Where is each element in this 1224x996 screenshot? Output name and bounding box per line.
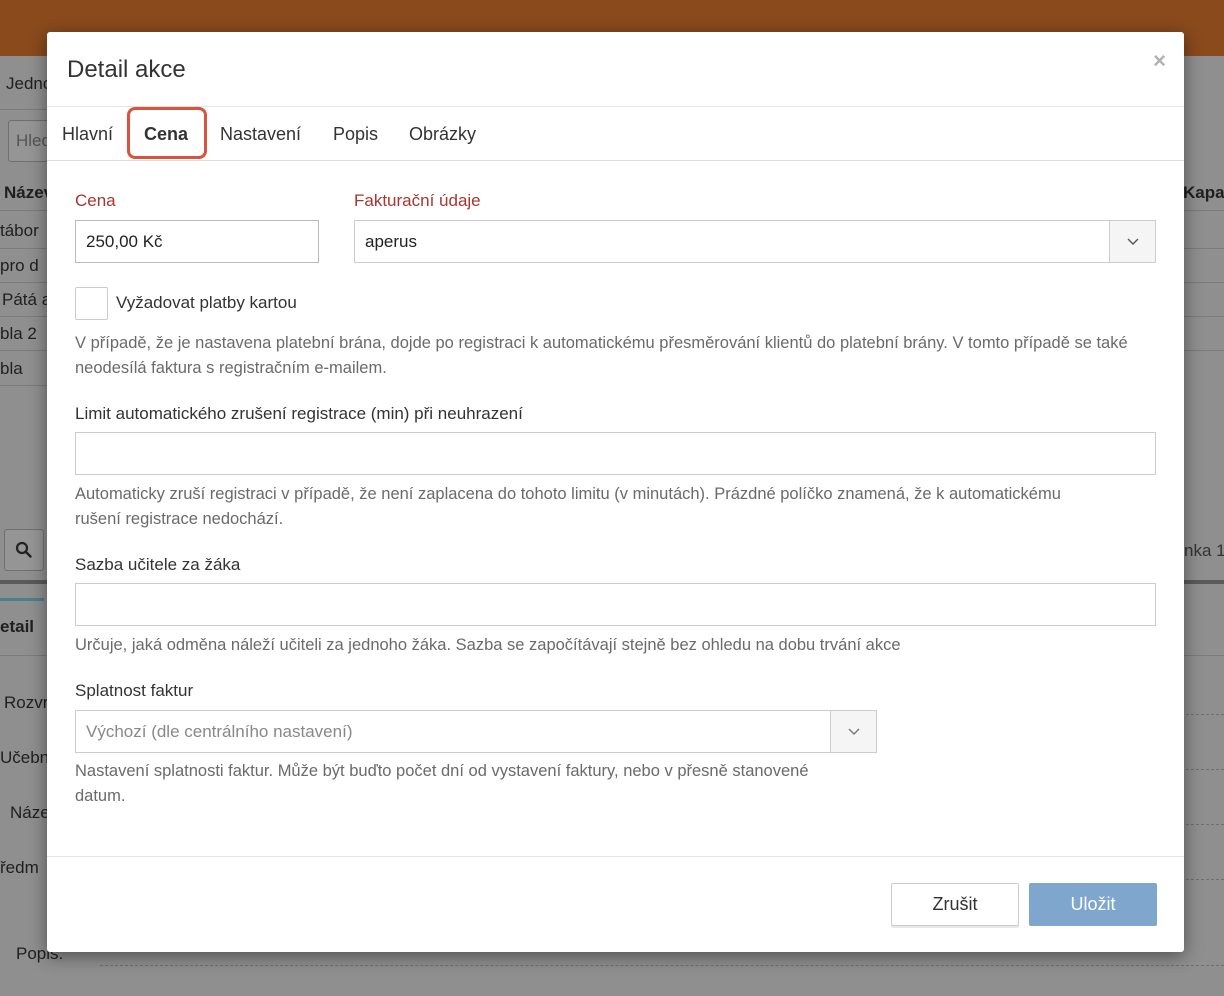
due-date-label: Splatnost faktur [75, 681, 194, 700]
price-input[interactable]: 250,00 Kč [75, 220, 319, 263]
tab-obrazky[interactable]: Obrázky [409, 107, 476, 161]
card-payment-label: Vyžadovat platby kartou [116, 293, 297, 312]
due-date-help: Nastavení splatnosti faktur. Může být bu… [75, 762, 809, 805]
bg-dashed-line [100, 965, 1224, 966]
bg-row-divider [0, 316, 47, 317]
bg-row-divider [1184, 248, 1224, 249]
bg-divider [0, 655, 47, 656]
auto-cancel-help: Automaticky zruší registraci v případě, … [75, 485, 1061, 528]
bg-divider [1184, 580, 1224, 584]
bg-divider [0, 580, 47, 584]
card-payment-checkbox[interactable] [75, 287, 108, 320]
bg-row-divider [1184, 350, 1224, 351]
modal-header: Detail akce × [47, 32, 1184, 107]
bg-row-divider [1184, 210, 1224, 211]
bg-dashed-line [1186, 824, 1224, 825]
active-tab-highlight [127, 107, 207, 159]
bg-dashed-line [1186, 769, 1224, 770]
due-date-select[interactable]: Výchozí (dle centrálního nastavení) [75, 710, 877, 753]
due-date-select-value: Výchozí (dle centrálního nastavení) [86, 721, 353, 741]
bg-label: Rozvr [4, 693, 49, 712]
bg-dashed-line [1186, 879, 1224, 880]
bg-dashed-line [1186, 714, 1224, 715]
bg-row-divider [0, 385, 47, 386]
bg-page-label: nka 1 [1184, 541, 1224, 560]
chevron-down-icon [1109, 221, 1155, 262]
teacher-rate-label: Sazba učitele za žáka [75, 555, 241, 574]
bg-row: Pátá a [2, 290, 52, 309]
billing-select[interactable]: aperus [354, 220, 1156, 263]
bg-search-icon [15, 541, 32, 558]
bg-search-placeholder: Hled [16, 131, 51, 150]
bg-col-capacity: Kapac [1183, 183, 1224, 202]
cancel-button[interactable]: Zrušit [891, 883, 1019, 926]
modal-footer-divider [47, 856, 1184, 857]
save-button[interactable]: Uložit [1029, 883, 1157, 926]
close-icon[interactable]: × [1153, 50, 1166, 72]
bg-divider [1184, 655, 1224, 656]
bg-col-name: Název [4, 183, 54, 202]
tab-nastaveni[interactable]: Nastavení [220, 107, 301, 161]
billing-select-value: aperus [365, 231, 417, 251]
bg-divider [0, 109, 47, 110]
bg-detail-heading: etail [0, 617, 35, 636]
auto-cancel-label: Limit automatického zrušení registrace (… [75, 404, 523, 423]
bg-row: bla [0, 359, 23, 378]
bg-label: Náze [10, 803, 50, 822]
bg-tab-underline [0, 598, 44, 601]
teacher-rate-input[interactable] [75, 583, 1156, 626]
billing-label: Fakturační údaje [354, 191, 481, 210]
modal-title: Detail akce [67, 56, 186, 83]
bg-label: ředm [0, 858, 39, 877]
auto-cancel-input[interactable] [75, 432, 1156, 475]
bg-breadcrumb: Jedno [6, 74, 53, 93]
bg-row-divider [0, 210, 47, 211]
teacher-rate-help: Určuje, jaká odměna náleží učiteli za je… [75, 636, 901, 654]
bg-row-divider [0, 248, 47, 249]
bg-row-divider [0, 350, 47, 351]
bg-row: pro d [0, 256, 39, 275]
bg-row-divider [0, 282, 47, 283]
card-payment-help: V případě, že je nastavena platební brán… [75, 334, 1128, 377]
modal-tabs: Hlavní Cena Nastavení Popis Obrázky [47, 107, 1184, 161]
event-detail-modal: Detail akce × Hlavní Cena Nastavení Popi… [47, 32, 1184, 952]
tab-popis[interactable]: Popis [333, 107, 378, 161]
bg-row-divider [1184, 316, 1224, 317]
bg-row-divider [1184, 282, 1224, 283]
tab-hlavni[interactable]: Hlavní [62, 107, 113, 161]
bg-row: tábor [0, 221, 39, 240]
chevron-down-icon [830, 711, 876, 752]
bg-label: Učebn [0, 748, 50, 767]
price-label: Cena [75, 191, 116, 210]
bg-row: bla 2 [0, 324, 37, 343]
